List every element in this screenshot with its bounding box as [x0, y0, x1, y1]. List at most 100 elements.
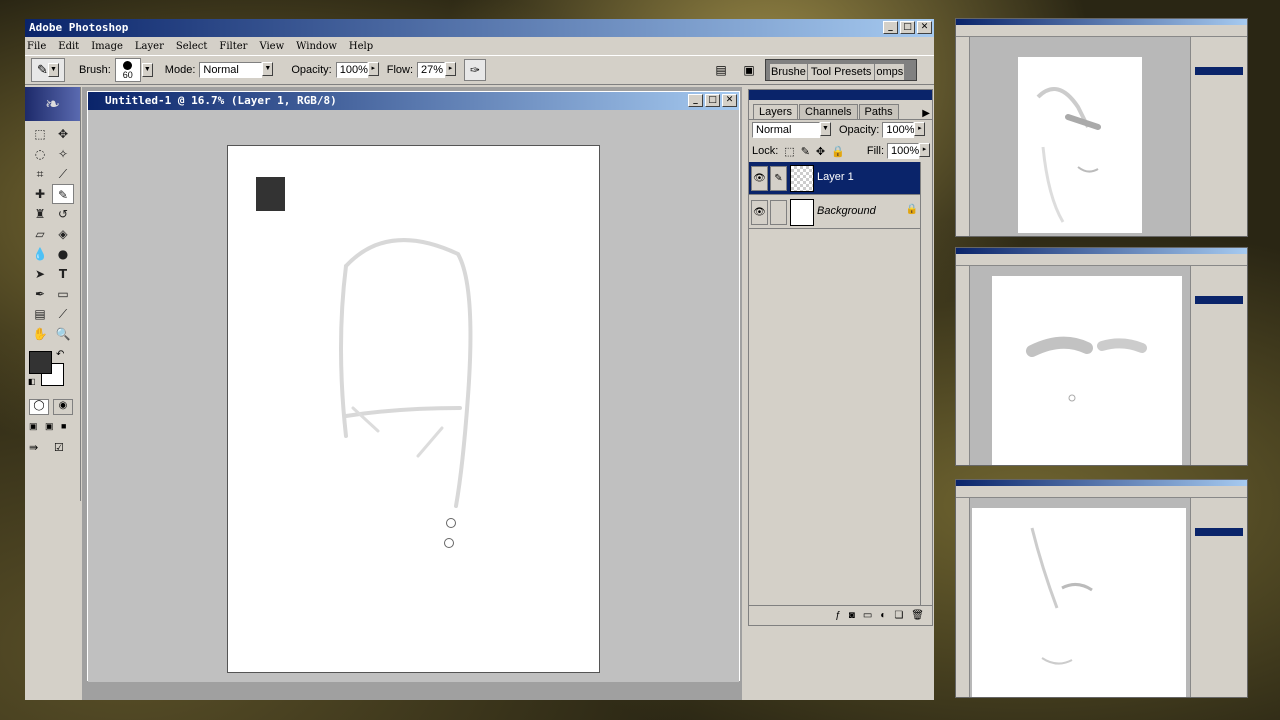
eyedropper-tool-icon[interactable]: ⟋ [52, 304, 74, 324]
brush-link-icon[interactable]: ✎ [770, 166, 787, 191]
menu-select[interactable]: Select [176, 41, 208, 52]
canvas[interactable] [227, 145, 600, 673]
menu-layer[interactable]: Layer [135, 41, 164, 52]
layer-row-layer-1[interactable]: 👁 ✎ Layer 1 [749, 162, 920, 195]
lock-icon[interactable]: 🔒 [831, 145, 845, 158]
flow-field[interactable]: 27% ▸ [417, 62, 457, 78]
menu-window[interactable]: Window [296, 41, 337, 52]
standard-screen-icon[interactable]: ▣ [29, 421, 43, 433]
blend-mode-select[interactable]: Normal ▼ [752, 122, 831, 138]
mode-select[interactable]: Normal ▼ [199, 62, 274, 78]
layer-list-scrollbar[interactable] [920, 162, 932, 605]
lasso-tool-icon[interactable]: ◌ [29, 144, 51, 164]
file-browser-button[interactable]: ▤ [711, 60, 731, 80]
feather-icon: ❧ [25, 87, 80, 121]
history-brush-tool-icon[interactable]: ↺ [52, 204, 74, 224]
link-slot[interactable] [770, 200, 787, 225]
progress-thumbnail-2 [955, 247, 1248, 466]
path-selection-tool-icon[interactable]: ➤ [29, 264, 51, 284]
palette-well-tab-comps[interactable]: omps [875, 64, 905, 80]
lock-image-icon[interactable]: ✎ [801, 145, 810, 158]
layer-mask-icon[interactable]: ◙ [849, 610, 855, 621]
clone-stamp-tool-icon[interactable]: ♜ [29, 204, 51, 224]
imageready-icon[interactable]: ⇛ [29, 441, 51, 457]
full-screen-icon[interactable]: ■ [61, 421, 75, 433]
brush-picker[interactable]: 60 [114, 58, 141, 82]
maximize-button[interactable]: □ [900, 21, 915, 34]
default-colors-icon[interactable]: ◧ [28, 377, 36, 386]
opacity-field[interactable]: 100% ▸ [335, 62, 379, 78]
palette-well-tab-brushes[interactable]: Brushe [770, 64, 807, 80]
foreground-color-swatch[interactable] [29, 351, 52, 374]
layer-name: Layer 1 [817, 171, 854, 183]
lock-position-icon[interactable]: ✥ [816, 145, 825, 158]
chevron-right-icon: ▸ [367, 62, 379, 76]
airbrush-button[interactable]: ✑ [464, 59, 487, 81]
blur-tool-icon[interactable]: 💧 [29, 244, 51, 264]
screen-modes: ▣ ▣ ■ [29, 421, 80, 433]
paint-bucket-tool-icon[interactable]: ◈ [52, 224, 74, 244]
quick-mask-mode-icon[interactable]: ◉ [53, 399, 73, 415]
layer-style-icon[interactable]: ƒ [835, 610, 841, 621]
hand-tool-icon[interactable]: ✋ [29, 324, 51, 344]
layer-row-background[interactable]: 👁 Background 🔒 [749, 196, 920, 229]
thumbnail-selected-layer [1195, 296, 1243, 304]
full-screen-menu-icon[interactable]: ▣ [45, 421, 59, 433]
trash-icon[interactable]: 🗑 [911, 610, 924, 621]
palette-menu-icon[interactable]: ▶ [922, 108, 930, 119]
zoom-tool-icon[interactable]: 🔍 [52, 324, 74, 344]
maximize-button[interactable]: □ [705, 94, 720, 107]
eye-icon[interactable]: 👁 [751, 166, 768, 191]
type-tool-icon[interactable]: T [52, 264, 74, 284]
eye-icon[interactable]: 👁 [751, 200, 768, 225]
jump-to-imageready: ⇛ ☑ [29, 441, 80, 457]
notes-tool-icon[interactable]: ▤ [29, 304, 51, 324]
tab-layers[interactable]: Layers [753, 104, 799, 119]
thumbnail-palette [1190, 37, 1247, 236]
file-browser-icon: ▤ [715, 63, 727, 77]
new-layer-icon[interactable]: ❏ [894, 610, 903, 621]
magic-wand-tool-icon[interactable]: ✧ [52, 144, 74, 164]
brush-dropdown-arrow[interactable]: ▼ [141, 63, 153, 77]
check-icon[interactable]: ☑ [54, 441, 70, 457]
pen-tool-icon[interactable]: ✒ [29, 284, 51, 304]
adjustment-layer-icon[interactable]: ◐ [880, 610, 886, 621]
minimize-button[interactable]: _ [883, 21, 898, 34]
healing-brush-tool-icon[interactable]: ✚ [29, 184, 51, 204]
swap-colors-icon[interactable]: ↶ [56, 349, 64, 360]
menu-view[interactable]: View [259, 41, 284, 52]
marquee-tool-icon[interactable]: ⬚ [29, 124, 51, 144]
thumbnail-selected-layer [1195, 67, 1243, 75]
close-button[interactable]: ✕ [917, 21, 932, 34]
tab-channels[interactable]: Channels [799, 104, 858, 119]
brush-tool-icon[interactable]: ✎ [52, 184, 74, 204]
menu-edit[interactable]: Edit [58, 41, 79, 52]
chevron-down-icon: ▼ [262, 62, 274, 76]
progress-thumbnail-3 [955, 479, 1248, 698]
quick-mask-modes: ◯ ◉ [29, 399, 80, 415]
tool-preset-picker[interactable]: ✎ ▼ [31, 58, 65, 82]
lock-row: Lock: ⬚ ✎ ✥ 🔒 Fill: 100% ▸ [752, 143, 930, 159]
rectangle-tool-icon[interactable]: ▭ [52, 284, 74, 304]
palette-well-toggle[interactable]: ▣ [739, 60, 759, 80]
eraser-tool-icon[interactable]: ▱ [29, 224, 51, 244]
new-set-icon[interactable]: ▭ [863, 610, 872, 621]
palette-titlebar[interactable] [749, 90, 932, 100]
dodge-tool-icon[interactable]: ● [52, 244, 74, 264]
slice-tool-icon[interactable]: ⟋ [52, 164, 74, 184]
menu-file[interactable]: File [27, 41, 46, 52]
palette-well-tab-tool-presets[interactable]: Tool Presets [807, 64, 875, 80]
layer-opacity-field[interactable]: 100% ▸ [882, 122, 926, 138]
move-tool-icon[interactable]: ✥ [52, 124, 74, 144]
minimize-button[interactable]: _ [688, 94, 703, 107]
lock-transparency-icon[interactable]: ⬚ [784, 145, 794, 158]
menu-filter[interactable]: Filter [219, 41, 247, 52]
close-button[interactable]: ✕ [722, 94, 737, 107]
tab-paths[interactable]: Paths [858, 104, 899, 119]
standard-mode-icon[interactable]: ◯ [29, 399, 49, 415]
document-title: Untitled-1 @ 16.7% (Layer 1, RGB/8) [105, 94, 337, 107]
menu-image[interactable]: Image [91, 41, 123, 52]
fill-field[interactable]: 100% ▸ [887, 143, 930, 159]
crop-tool-icon[interactable]: ⌗ [29, 164, 51, 184]
menu-help[interactable]: Help [349, 41, 373, 52]
